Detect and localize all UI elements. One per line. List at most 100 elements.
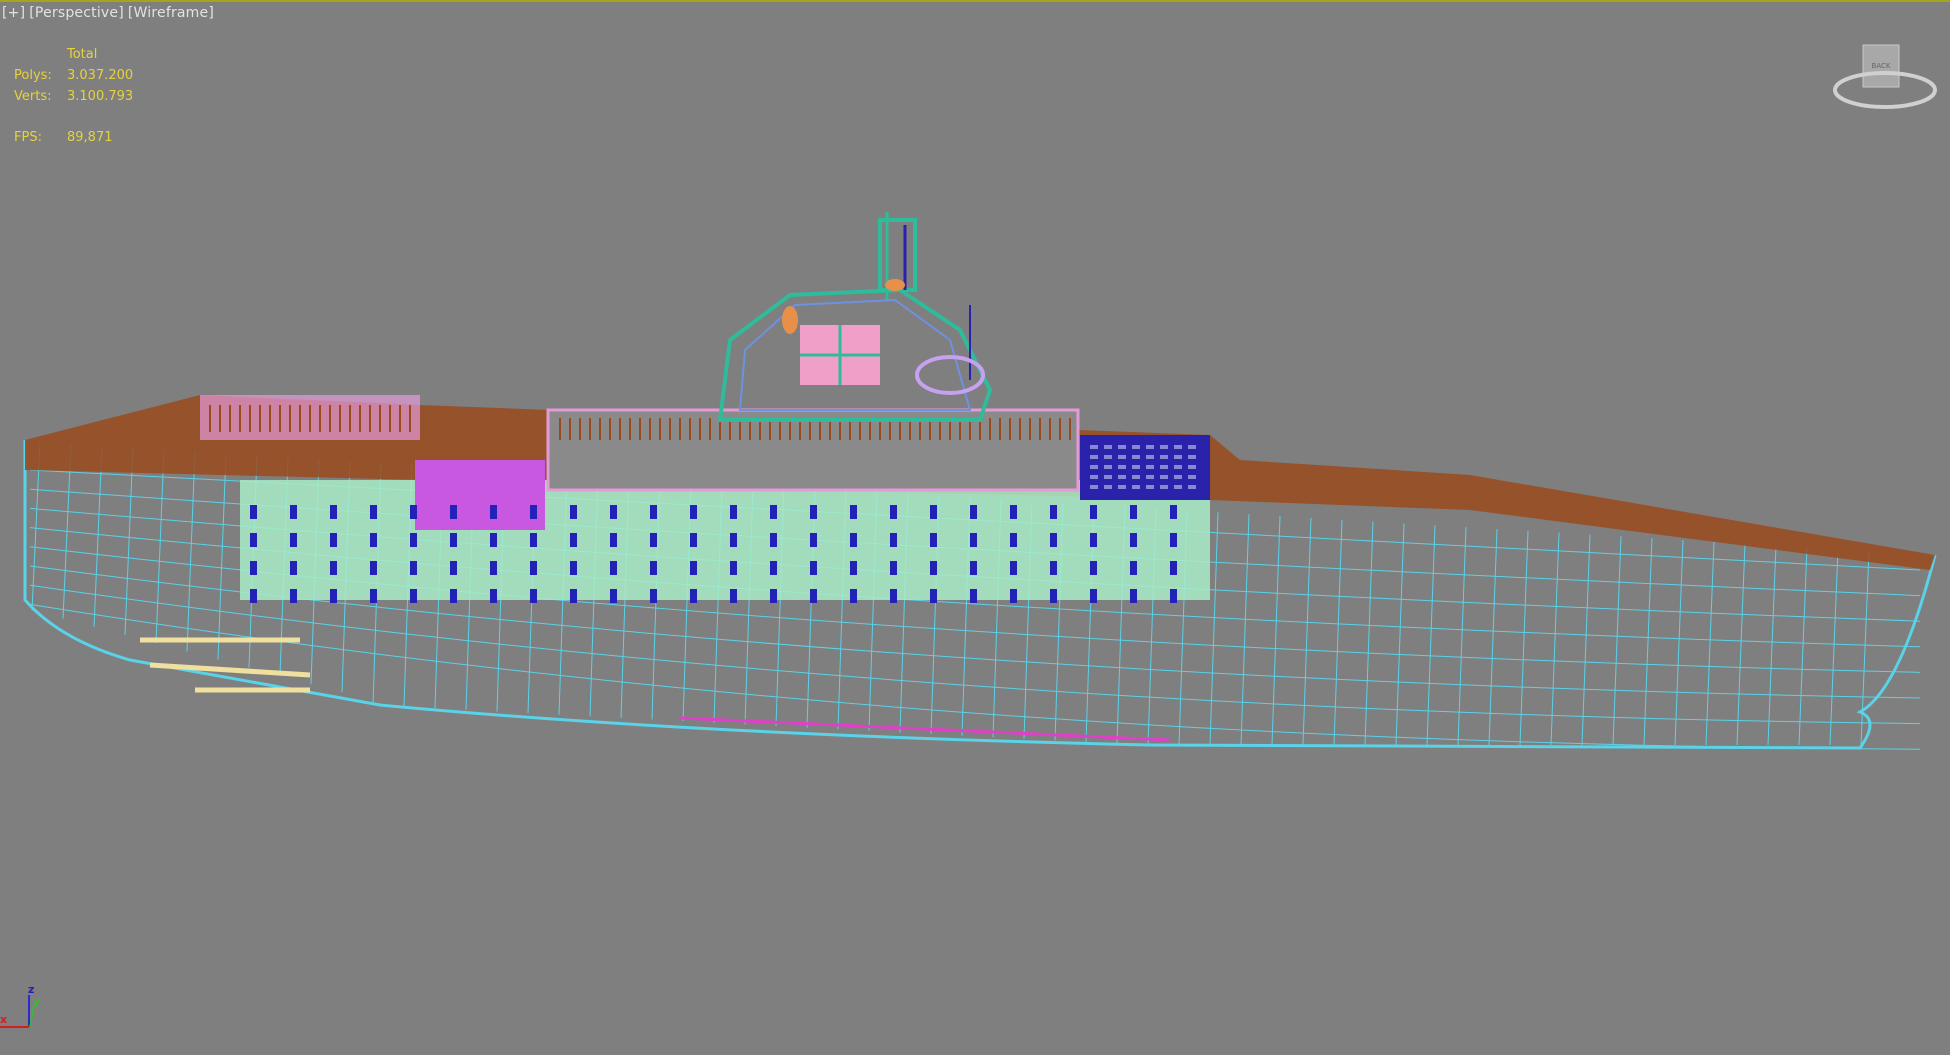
window bbox=[1188, 465, 1196, 469]
window bbox=[1188, 455, 1196, 459]
stern-propellers bbox=[140, 637, 311, 693]
window bbox=[650, 533, 657, 547]
window bbox=[1090, 455, 1098, 459]
window bbox=[850, 561, 857, 575]
viewcube-icon: BACK bbox=[1833, 44, 1937, 109]
window bbox=[530, 589, 537, 603]
window bbox=[450, 561, 457, 575]
hull-rib bbox=[1240, 514, 1250, 746]
window bbox=[650, 505, 657, 519]
viewport-general-menu[interactable]: [+] bbox=[2, 5, 25, 21]
window bbox=[730, 505, 737, 519]
viewport-pov-menu[interactable]: [Perspective] bbox=[29, 5, 124, 21]
window bbox=[1050, 589, 1057, 603]
window bbox=[250, 589, 257, 603]
window bbox=[1010, 505, 1017, 519]
window bbox=[730, 561, 737, 575]
window bbox=[1188, 445, 1196, 449]
window bbox=[1160, 445, 1168, 449]
magenta-block bbox=[415, 460, 545, 530]
window bbox=[1090, 561, 1097, 575]
window bbox=[570, 505, 577, 519]
window bbox=[370, 561, 377, 575]
window bbox=[890, 589, 897, 603]
hull-rib bbox=[1519, 530, 1529, 746]
window bbox=[1174, 455, 1182, 459]
window bbox=[490, 505, 497, 519]
hull-rib bbox=[1302, 517, 1312, 746]
window bbox=[1090, 485, 1098, 489]
window bbox=[1130, 505, 1137, 519]
window bbox=[1160, 455, 1168, 459]
window bbox=[1090, 475, 1098, 479]
window bbox=[770, 589, 777, 603]
window bbox=[570, 561, 577, 575]
viewcube[interactable]: BACK bbox=[1830, 40, 1940, 115]
axis-gizmo: z y x bbox=[0, 983, 40, 1030]
window bbox=[1104, 465, 1112, 469]
window bbox=[1174, 485, 1182, 489]
window bbox=[1170, 533, 1177, 547]
stats-header: Total bbox=[67, 47, 98, 62]
window bbox=[970, 505, 977, 519]
window bbox=[1118, 465, 1126, 469]
window bbox=[1090, 533, 1097, 547]
viewport-shading-menu[interactable]: [Wireframe] bbox=[128, 5, 214, 21]
window bbox=[250, 505, 257, 519]
window bbox=[490, 561, 497, 575]
window bbox=[1130, 561, 1137, 575]
hull-rib bbox=[1705, 541, 1715, 746]
window bbox=[530, 561, 537, 575]
hull-rib bbox=[1643, 538, 1653, 746]
window bbox=[410, 505, 417, 519]
window bbox=[610, 589, 617, 603]
window bbox=[410, 561, 417, 575]
window bbox=[650, 589, 657, 603]
window bbox=[1118, 445, 1126, 449]
hull-rib bbox=[1674, 540, 1684, 746]
window bbox=[690, 505, 697, 519]
window bbox=[290, 505, 297, 519]
window bbox=[1160, 465, 1168, 469]
window bbox=[850, 533, 857, 547]
window bbox=[970, 561, 977, 575]
window bbox=[450, 505, 457, 519]
hull-rib bbox=[1209, 512, 1219, 746]
window bbox=[930, 533, 937, 547]
window bbox=[930, 561, 937, 575]
window bbox=[1174, 465, 1182, 469]
window bbox=[410, 533, 417, 547]
window bbox=[450, 533, 457, 547]
window bbox=[1118, 455, 1126, 459]
window bbox=[1146, 445, 1154, 449]
window bbox=[1174, 445, 1182, 449]
statistics-overlay: Total Polys: 3.037.200 Verts: 3.100.793 FP… bbox=[14, 44, 133, 148]
window bbox=[890, 561, 897, 575]
viewport-scene[interactable] bbox=[0, 0, 1950, 1055]
window bbox=[810, 505, 817, 519]
window bbox=[730, 589, 737, 603]
verts-value: 3.100.793 bbox=[67, 89, 134, 104]
window bbox=[1010, 533, 1017, 547]
hull-rib bbox=[1488, 528, 1498, 746]
window bbox=[370, 533, 377, 547]
window bbox=[1104, 445, 1112, 449]
window bbox=[1104, 485, 1112, 489]
polys-value: 3.037.200 bbox=[67, 68, 134, 83]
window bbox=[690, 589, 697, 603]
window bbox=[570, 533, 577, 547]
window bbox=[1146, 465, 1154, 469]
window bbox=[1170, 505, 1177, 519]
window bbox=[770, 533, 777, 547]
viewport-label-menu: [+] [Perspective] [Wireframe] bbox=[2, 5, 218, 21]
window bbox=[810, 561, 817, 575]
window bbox=[930, 505, 937, 519]
hull-rib bbox=[1364, 521, 1374, 746]
window bbox=[370, 589, 377, 603]
window bbox=[1130, 533, 1137, 547]
window bbox=[1050, 533, 1057, 547]
window bbox=[690, 561, 697, 575]
fps-value: 89,871 bbox=[67, 130, 113, 145]
hull-rib bbox=[186, 451, 196, 652]
window bbox=[410, 589, 417, 603]
